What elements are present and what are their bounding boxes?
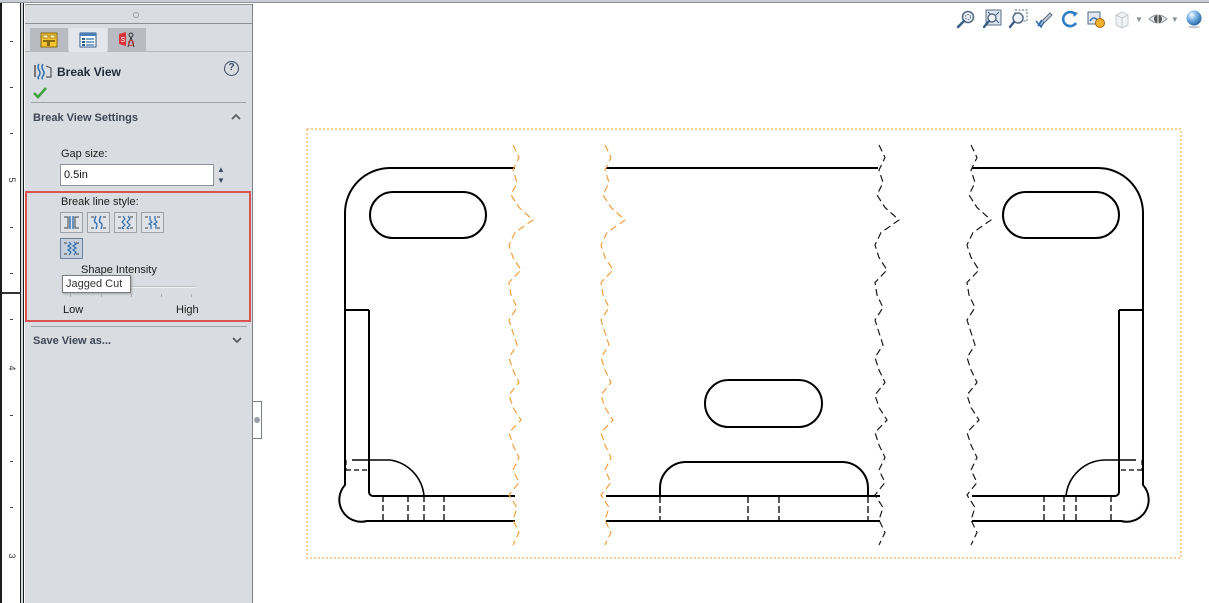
right-slot	[1002, 191, 1120, 239]
break-line-left-2[interactable]	[600, 144, 626, 546]
break-lines	[508, 144, 992, 546]
right-outline	[972, 167, 1150, 523]
drawing-canvas	[306, 128, 1182, 559]
break-line-right-1[interactable]	[874, 144, 900, 546]
right-tangent-lines	[1043, 496, 1112, 521]
right-flange	[972, 309, 1142, 497]
break-line-left-1[interactable]	[508, 144, 534, 546]
middle-flange-edges	[606, 495, 880, 522]
left-tangent-lines	[382, 496, 445, 521]
left-bend-arc	[352, 459, 425, 497]
middle-tab	[659, 461, 869, 496]
part-geometry	[338, 167, 1150, 523]
middle-slot	[704, 379, 823, 428]
solidworks-window: 5 4 3 S Break View ? Break View Settings…	[0, 0, 1209, 603]
middle-tangent-lines	[659, 496, 869, 521]
break-line-right-2[interactable]	[966, 144, 992, 546]
right-bend-arc	[1065, 459, 1136, 497]
left-flange	[346, 309, 515, 497]
right-hidden	[1119, 460, 1143, 471]
left-outline	[338, 167, 515, 523]
view-boundary[interactable]	[306, 128, 1182, 559]
left-slot	[369, 191, 487, 239]
left-hidden	[345, 460, 369, 471]
